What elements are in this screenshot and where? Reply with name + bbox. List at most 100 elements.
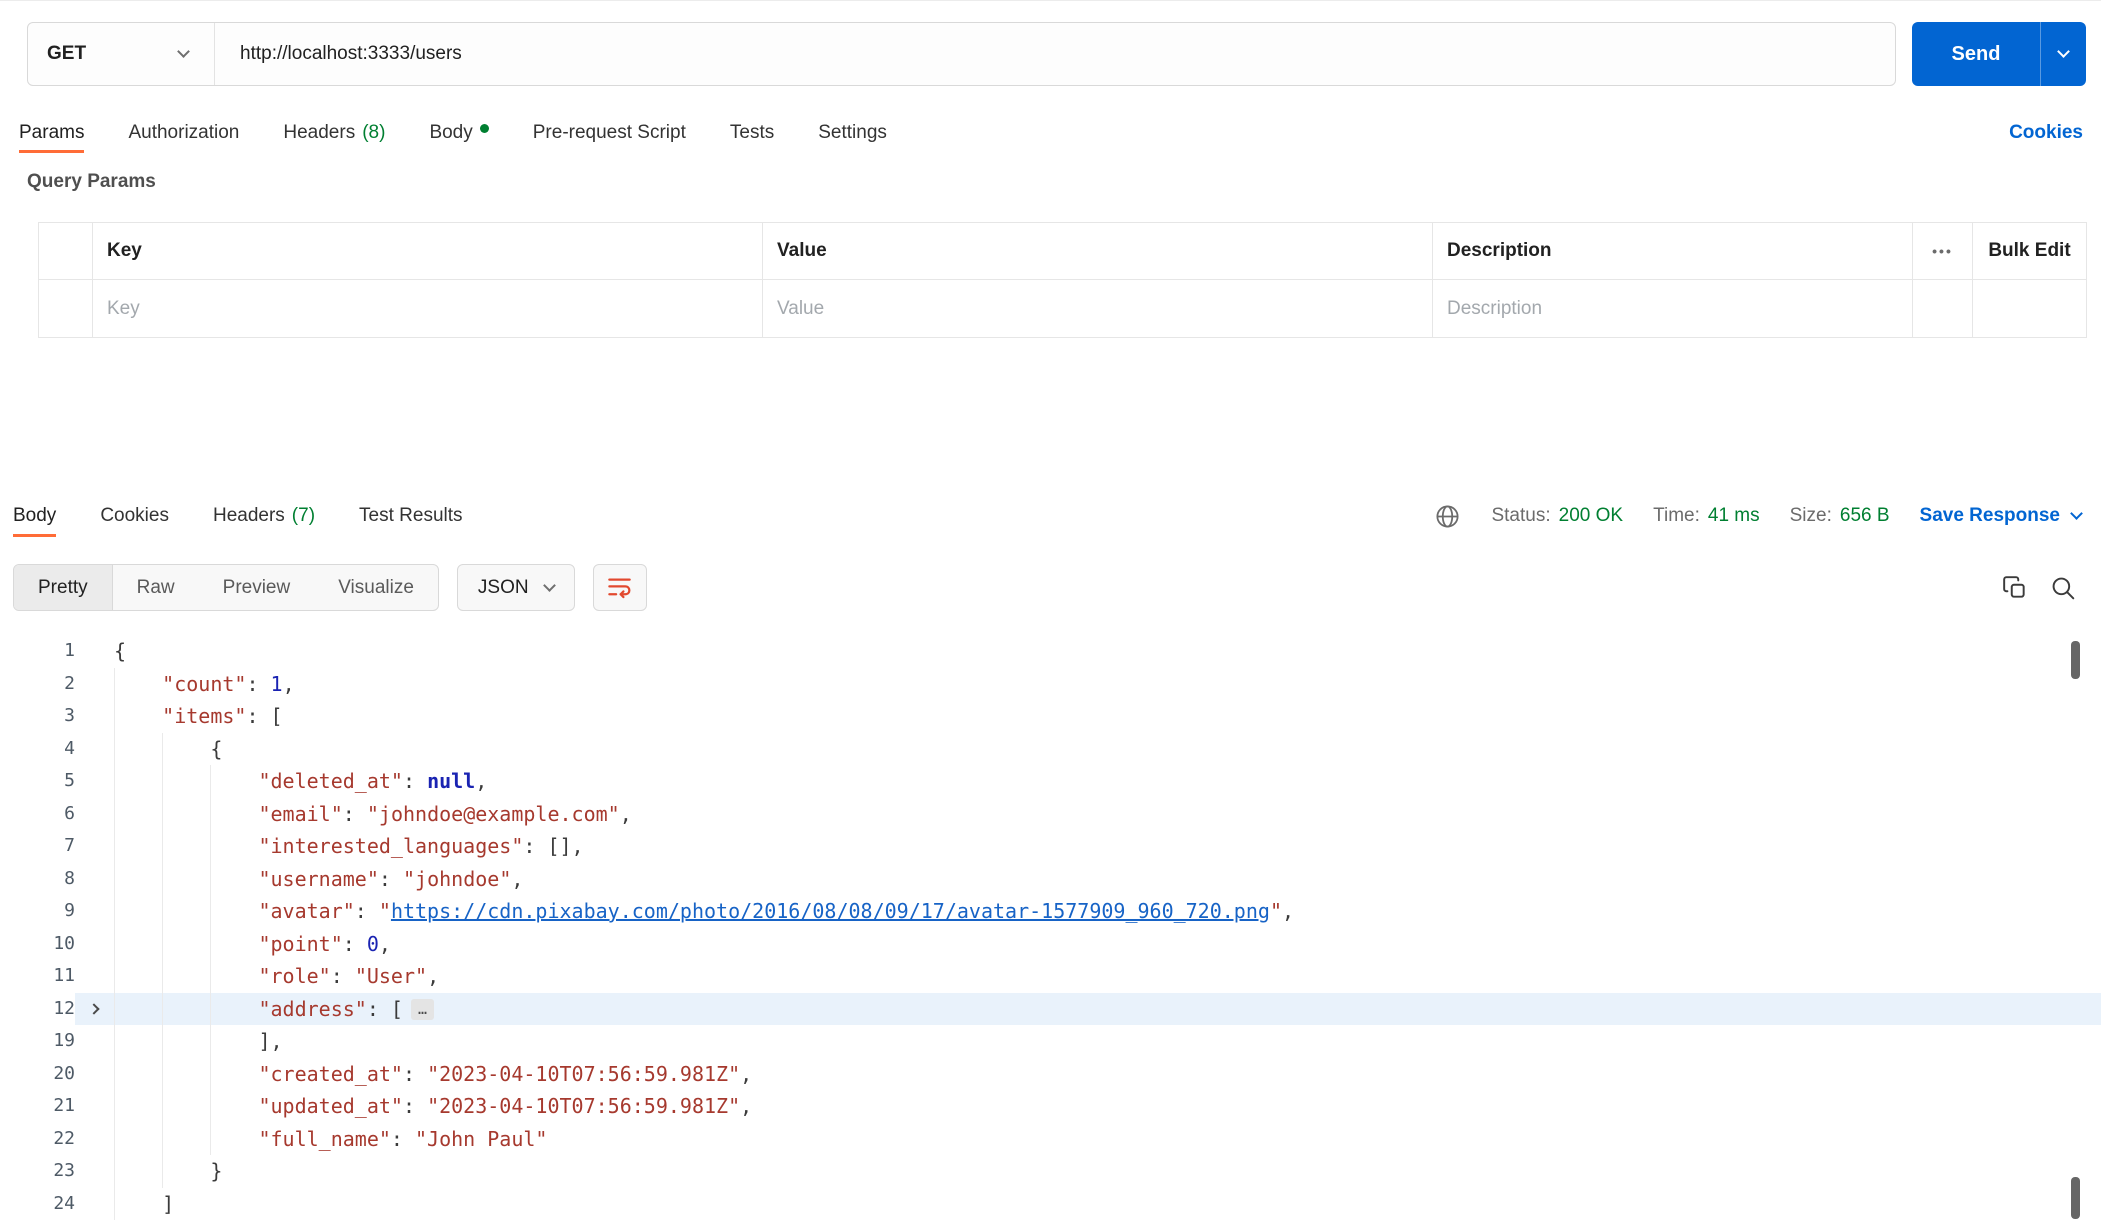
- line-number: 8: [64, 867, 75, 889]
- code-token: ]: [162, 1191, 175, 1216]
- description-input[interactable]: Description: [1432, 280, 1912, 337]
- tab-test-results[interactable]: Test Results: [337, 495, 484, 537]
- code-gutter: [75, 830, 114, 863]
- code-token: ,: [1281, 899, 1295, 923]
- indent-guide: [210, 927, 259, 960]
- view-mode-visualize[interactable]: Visualize: [314, 565, 438, 610]
- key-input[interactable]: Key: [92, 280, 762, 337]
- code-token: "email": [258, 801, 343, 826]
- tab-tests[interactable]: Tests: [708, 113, 796, 153]
- tab-pre-request-script[interactable]: Pre-request Script: [511, 113, 708, 153]
- query-params-table: Key Value Description ••• Bulk Edit Key …: [38, 222, 2087, 338]
- url-input[interactable]: [215, 23, 1895, 85]
- save-response-button[interactable]: Save Response: [1920, 505, 2083, 527]
- vertical-scrollbar-thumb[interactable]: [2071, 1177, 2080, 1219]
- code-token: :: [342, 931, 367, 956]
- globe-icon[interactable]: [1434, 503, 1461, 530]
- collapsed-ellipsis[interactable]: …: [410, 998, 434, 1020]
- send-options-button[interactable]: [2040, 22, 2086, 86]
- code-token: 1: [270, 671, 283, 696]
- cookies-link[interactable]: Cookies: [2009, 122, 2083, 144]
- tab-headers[interactable]: Headers (8): [261, 113, 407, 153]
- more-options-icon[interactable]: •••: [1932, 243, 1953, 259]
- tab-label: Params: [19, 122, 85, 143]
- code-line: 3 "items": [: [0, 700, 2101, 733]
- indent-guide: [114, 667, 163, 700]
- code-gutter: [75, 1090, 114, 1123]
- indent-guide: [162, 1090, 211, 1123]
- code-text: }: [114, 1155, 222, 1188]
- format-select[interactable]: JSON: [456, 564, 575, 611]
- code-token: "avatar": [258, 899, 355, 923]
- indent-guide: [162, 960, 211, 993]
- method-select[interactable]: GET: [28, 23, 215, 85]
- size-value: 656 B: [1839, 505, 1890, 526]
- code-token: "username": [258, 866, 379, 891]
- code-gutter: [75, 993, 114, 1026]
- tab-response-body[interactable]: Body: [13, 495, 78, 537]
- view-mode-pretty[interactable]: Pretty: [14, 565, 113, 610]
- code-token: "johndoe": [402, 866, 512, 891]
- view-mode-preview[interactable]: Preview: [199, 565, 315, 610]
- indent-guide: [210, 992, 259, 1025]
- indent-guide: [210, 797, 259, 830]
- status-indicator: Status: 200 OK: [1491, 505, 1623, 527]
- code-token: :: [246, 671, 271, 696]
- tab-response-headers[interactable]: Headers (7): [191, 495, 337, 537]
- url-link[interactable]: https://cdn.pixabay.com/photo/2016/08/08…: [391, 899, 1270, 923]
- size-label: Size:: [1789, 505, 1832, 526]
- vertical-scrollbar-thumb[interactable]: [2071, 641, 2080, 679]
- tab-label: Pre-request Script: [532, 122, 686, 143]
- code-token: "count": [162, 671, 247, 696]
- code-gutter: [75, 1123, 114, 1156]
- value-input[interactable]: Value: [762, 280, 1432, 337]
- code-line: 23}: [0, 1155, 2101, 1188]
- code-lines: 1{2 "count": 1, 3 "items": [4{5 "deleted_at"…: [0, 635, 2101, 1220]
- code-line: 2 "count": 1,: [0, 667, 2101, 700]
- code-gutter: [75, 1188, 114, 1221]
- code-text: "full_name": "John Paul": [114, 1122, 547, 1155]
- code-gutter: [75, 863, 114, 896]
- code-token: "full_name": [258, 1126, 391, 1151]
- row-handle[interactable]: [39, 280, 92, 337]
- indent-guide: [210, 862, 259, 895]
- code-line: 19],: [0, 1025, 2101, 1058]
- code-text: "username": "johndoe",: [114, 862, 523, 895]
- code-text: "address": […: [114, 992, 434, 1025]
- indent-guide: [114, 1090, 163, 1123]
- search-icon[interactable]: [2050, 575, 2076, 601]
- expand-arrow-icon[interactable]: [88, 1002, 100, 1015]
- code-token: "deleted_at": [258, 769, 403, 793]
- view-mode-raw[interactable]: Raw: [113, 565, 199, 610]
- tab-params[interactable]: Params: [19, 113, 106, 153]
- line-number: 6: [64, 802, 75, 824]
- tab-settings[interactable]: Settings: [796, 113, 909, 153]
- chevron-down-icon: [177, 45, 190, 58]
- response-body-viewer[interactable]: 1{2 "count": 1, 3 "items": [4{5 "deleted_at"…: [0, 635, 2101, 1222]
- indent-guide: [162, 1155, 211, 1188]
- body-set-dot: [479, 124, 489, 133]
- code-token: "User": [354, 964, 428, 988]
- code-token: :: [378, 866, 403, 891]
- wrap-text-button[interactable]: [592, 564, 647, 611]
- code-line: 9 "avatar": "https://cdn.pixabay.com/phot…: [0, 895, 2101, 928]
- indent-guide: [114, 895, 163, 928]
- code-token: "updated_at": [258, 1094, 403, 1118]
- indent-guide: [210, 1122, 259, 1155]
- code-token: ,: [282, 671, 295, 696]
- copy-icon[interactable]: [2002, 575, 2028, 601]
- tab-label: Cookies: [100, 505, 169, 526]
- code-line: 12 "address": […: [0, 992, 2101, 1026]
- code-token: null: [427, 769, 476, 793]
- tab-body[interactable]: Body: [407, 113, 510, 153]
- request-bar: GET Send: [27, 22, 2086, 86]
- send-button[interactable]: Send: [1912, 22, 2086, 86]
- code-text: ]: [114, 1187, 175, 1220]
- description-column-header: Description: [1432, 223, 1912, 279]
- indent-guide: [162, 895, 211, 928]
- tab-response-cookies[interactable]: Cookies: [78, 495, 191, 537]
- code-text: "avatar": "https://cdn.pixabay.com/photo…: [114, 895, 1294, 928]
- tab-authorization[interactable]: Authorization: [106, 113, 261, 153]
- size-indicator: Size: 656 B: [1790, 505, 1890, 527]
- bulk-edit-button[interactable]: Bulk Edit: [1972, 223, 2086, 279]
